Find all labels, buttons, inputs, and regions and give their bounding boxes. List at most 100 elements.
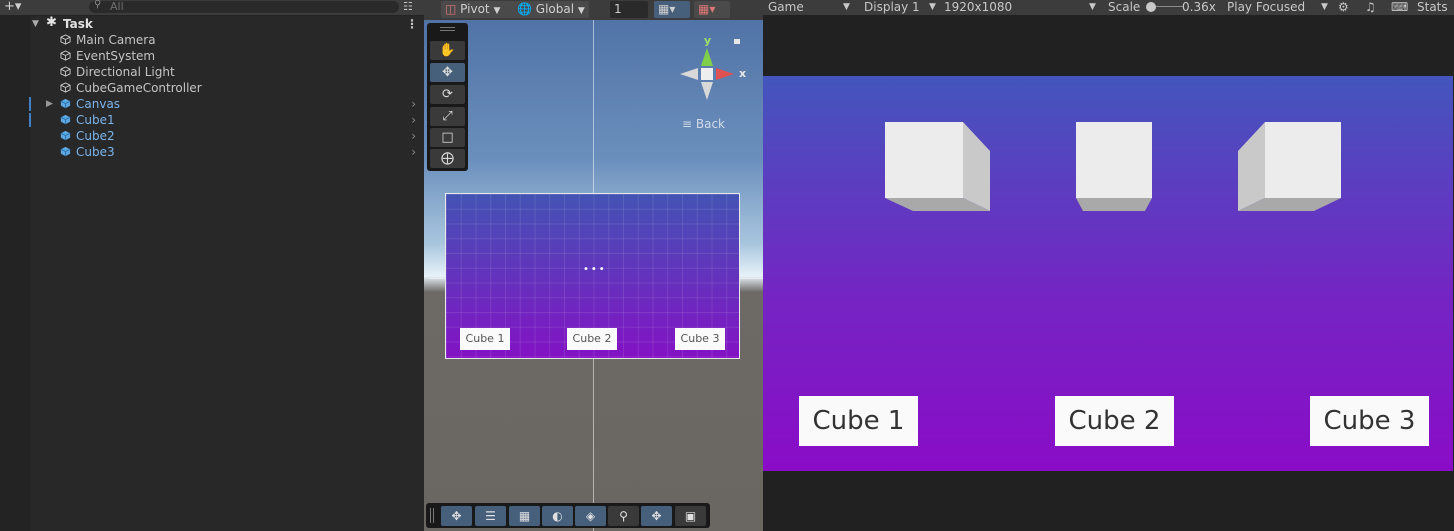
hierarchy-item-directional-light[interactable]: Directional Light	[0, 64, 424, 80]
global-label: Global	[535, 2, 575, 16]
hierarchy-item-eventsystem[interactable]: EventSystem	[0, 48, 424, 64]
game-cube3-button[interactable]: Cube 3	[1310, 396, 1429, 446]
chevron-down-icon[interactable]: ▼	[843, 0, 850, 14]
expand-arrow-icon[interactable]: ▶	[46, 96, 53, 112]
scene-menu-icon[interactable]: ⋮	[406, 16, 418, 32]
transform-icon: ⨁	[441, 151, 454, 166]
rect-icon: □	[441, 130, 454, 145]
mute-audio-icon[interactable]: ♫	[1365, 0, 1376, 14]
scene-canvas-rect[interactable]: ••• Cube 1 Cube 2 Cube 3	[445, 193, 740, 359]
rotate-tool-button[interactable]: ⟳	[430, 85, 465, 104]
hand-icon: ✋	[439, 43, 456, 58]
chevron-right-icon[interactable]: ›	[411, 128, 416, 144]
hierarchy-item-cubegamecontroller[interactable]: CubeGameController	[0, 80, 424, 96]
scene-cube3-button[interactable]: Cube 3	[675, 328, 725, 350]
hierarchy-item-cube3[interactable]: Cube3 ›	[0, 144, 424, 160]
cube1-object	[885, 122, 990, 211]
global-dropdown[interactable]: 🌐 Global ▼	[513, 1, 589, 18]
scene-root-row[interactable]: ▼ ✱ Task ⋮	[0, 15, 424, 32]
chevron-right-icon[interactable]: ›	[411, 96, 416, 112]
prefab-icon	[60, 114, 71, 125]
gameobject-icon	[60, 82, 71, 93]
rect-tool-button[interactable]: □	[430, 128, 465, 147]
hierarchy-item-label: CubeGameController	[76, 81, 202, 95]
resolution-dropdown[interactable]: 1920x1080	[944, 0, 1012, 14]
grid-overlay-button[interactable]: ▦	[509, 506, 540, 526]
orientation-gizmo[interactable]: y x	[672, 30, 752, 120]
pivot-icon: ◫	[445, 2, 457, 16]
hand-tool-button[interactable]: ✋	[430, 41, 465, 60]
hierarchy-item-label: Directional Light	[76, 65, 175, 79]
hierarchy-search-input[interactable]: ⚲ All	[89, 0, 399, 13]
add-object-button[interactable]: +▾	[4, 0, 21, 14]
snap-settings-toggle[interactable]: ▦▾	[694, 1, 730, 18]
shading-overlay-button[interactable]: ◐	[542, 506, 573, 526]
hierarchy-item-label: EventSystem	[76, 49, 156, 63]
prefab-marker	[29, 113, 31, 127]
move-overlay-button[interactable]: ✥	[441, 506, 472, 526]
hierarchy-options-icon[interactable]: ☷	[403, 0, 413, 13]
chevron-right-icon[interactable]: ›	[411, 144, 416, 160]
hierarchy-item-cube1[interactable]: Cube1 ›	[0, 112, 424, 128]
chevron-right-icon[interactable]: ›	[411, 112, 416, 128]
chevron-down-icon[interactable]: ▼	[1089, 0, 1096, 14]
prefab-icon	[60, 98, 71, 109]
grid-snap-icon: ▦▾	[658, 2, 676, 16]
hierarchy-item-cube2[interactable]: Cube2 ›	[0, 128, 424, 144]
hierarchy-item-main-camera[interactable]: Main Camera	[0, 32, 424, 48]
keyboard-icon[interactable]: ⌨	[1391, 0, 1408, 14]
hierarchy-item-label: Canvas	[76, 97, 121, 111]
camera-icon: ▣	[684, 509, 697, 523]
settings-overlay-button[interactable]: ☰	[475, 506, 506, 526]
drag-handle[interactable]	[440, 27, 455, 28]
pivot-icon: ✥	[651, 509, 662, 523]
hierarchy-item-label: Cube2	[76, 129, 115, 143]
cube3-object	[1238, 122, 1341, 211]
layers-icon: ◈	[585, 509, 596, 523]
hierarchy-item-label: Cube1	[76, 113, 115, 127]
scene-overlay-toolbar: ✥ ☰ ▦ ◐ ◈ ⚲ ✥ ▣	[426, 503, 710, 528]
lock-icon[interactable]	[734, 39, 740, 44]
scene-cube2-button[interactable]: Cube 2	[567, 328, 617, 350]
pivot-overlay-button[interactable]: ✥	[641, 506, 672, 526]
display-dropdown[interactable]: Display 1	[864, 0, 920, 14]
hierarchy-toolbar: +▾ ⚲ All ☷	[0, 0, 424, 16]
stats-button[interactable]: Stats	[1417, 0, 1448, 14]
layers-overlay-button[interactable]: ◈	[575, 506, 606, 526]
chevron-down-icon[interactable]: ▼	[929, 0, 936, 14]
gameobject-icon	[60, 66, 71, 77]
prefab-icon	[60, 130, 71, 141]
hierarchy-item-canvas[interactable]: ▶ Canvas ›	[0, 96, 424, 112]
back-view-label[interactable]: ≡ Back	[682, 117, 725, 131]
snap-increment-field[interactable]: 1	[610, 1, 648, 18]
pivot-label: Pivot	[460, 2, 490, 16]
gameobject-icon	[60, 34, 71, 45]
scene-toolbar: ◫ Pivot ▼ 🌐 Global ▼ 1 ▦▾ ▦▾	[424, 0, 763, 20]
rotate-icon: ⟳	[442, 87, 453, 102]
gameobject-icon	[60, 50, 71, 61]
hierarchy-item-label: Main Camera	[76, 33, 156, 47]
expand-arrow-icon[interactable]: ▼	[32, 16, 39, 32]
bug-icon[interactable]: ⚙	[1338, 0, 1349, 14]
game-tab-dropdown[interactable]: Game	[768, 0, 804, 14]
cube2-object	[1076, 122, 1152, 211]
chevron-down-icon[interactable]: ▼	[1321, 0, 1328, 14]
sliders-icon: ☰	[485, 509, 496, 523]
game-viewport[interactable]: Cube 1 Cube 2 Cube 3	[763, 76, 1453, 471]
pivot-dropdown[interactable]: ◫ Pivot ▼	[441, 1, 517, 18]
search-overlay-button[interactable]: ⚲	[608, 506, 639, 526]
scale-tool-button[interactable]: ⤢	[430, 107, 465, 126]
scale-label: Scale	[1108, 0, 1141, 14]
drag-handle[interactable]	[430, 508, 431, 523]
grid-snap-toggle[interactable]: ▦▾	[654, 1, 690, 18]
game-cube1-button[interactable]: Cube 1	[799, 396, 918, 446]
scale-value: 0.36x	[1182, 0, 1216, 14]
move-tool-button[interactable]: ✥	[430, 63, 465, 82]
scale-slider-thumb[interactable]	[1146, 2, 1156, 12]
game-cube2-button[interactable]: Cube 2	[1055, 396, 1174, 446]
move-icon: ✥	[451, 509, 462, 523]
play-mode-dropdown[interactable]: Play Focused	[1227, 0, 1305, 14]
transform-tool-button[interactable]: ⨁	[430, 149, 465, 168]
camera-overlay-button[interactable]: ▣	[675, 506, 706, 526]
scene-cube1-button[interactable]: Cube 1	[460, 328, 510, 350]
